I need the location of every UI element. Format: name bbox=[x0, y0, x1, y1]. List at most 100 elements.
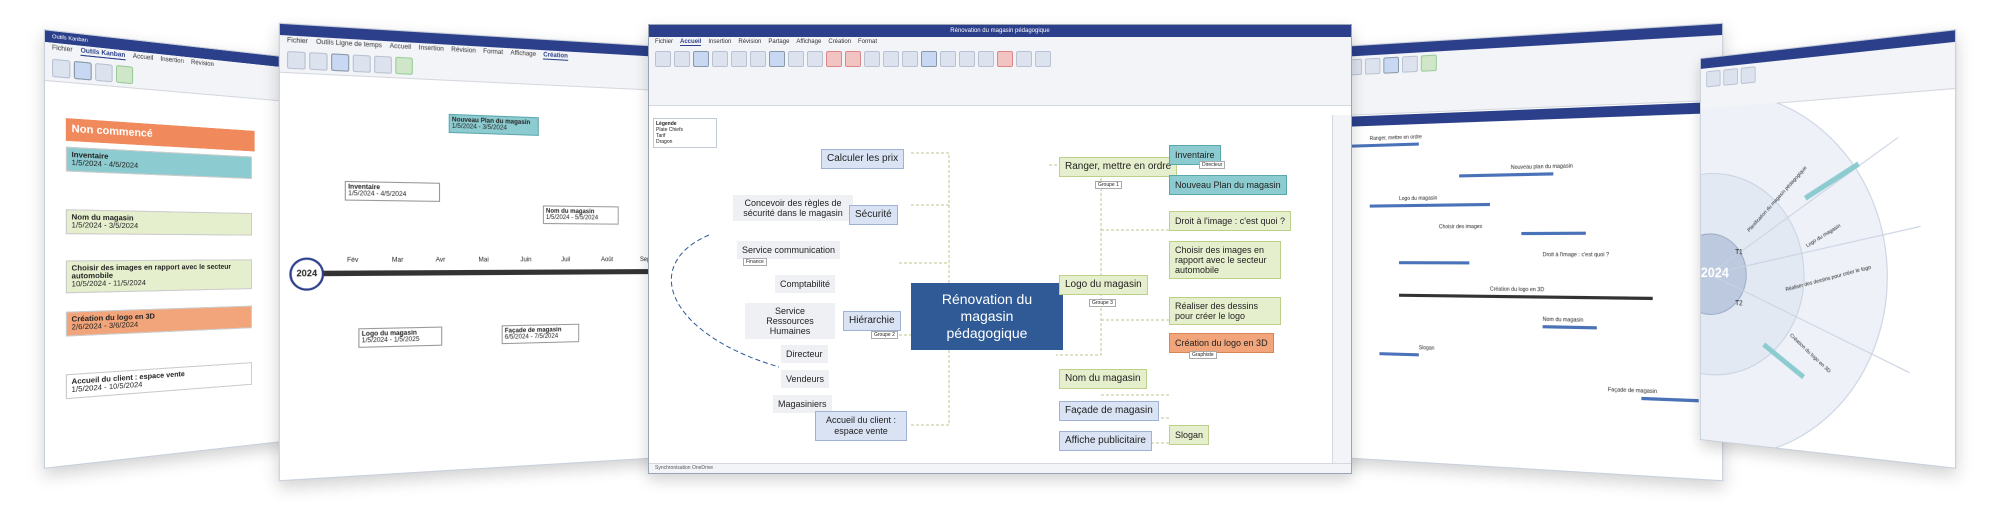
ribbon-button[interactable] bbox=[95, 62, 113, 83]
ribbon-button[interactable] bbox=[769, 51, 785, 67]
mindmap-canvas[interactable]: Légende Plate Chiefs Tarif Dragon Rénova… bbox=[649, 115, 1333, 464]
node-service-rh[interactable]: Service Ressources Humaines bbox=[745, 303, 835, 339]
gantt-bar[interactable] bbox=[1521, 231, 1586, 236]
timeline-item[interactable]: Logo du magasin 1/5/2024 - 1/5/2025 bbox=[358, 326, 443, 348]
node-realiser-dessins[interactable]: Réaliser des dessins pour créer le logo bbox=[1169, 297, 1281, 325]
ribbon-button[interactable] bbox=[655, 51, 671, 67]
ribbon-button[interactable] bbox=[1723, 68, 1738, 86]
tab-accueil[interactable]: Accueil bbox=[680, 39, 702, 46]
tab-insertion[interactable]: Insertion bbox=[708, 39, 731, 46]
ribbon-button[interactable] bbox=[352, 54, 371, 73]
node-droit-image[interactable]: Droit à l'image : c'est quoi ? bbox=[1169, 211, 1291, 231]
node-slogan[interactable]: Slogan bbox=[1169, 425, 1210, 445]
gantt-bar[interactable] bbox=[1379, 352, 1419, 357]
gantt-bar[interactable] bbox=[1369, 202, 1490, 208]
ribbon-button[interactable] bbox=[674, 51, 690, 67]
ribbon-button[interactable] bbox=[731, 51, 747, 67]
gantt-bar[interactable] bbox=[1350, 142, 1419, 148]
node-service-communication[interactable]: Service communication bbox=[737, 241, 841, 259]
node-ranger[interactable]: Ranger, mettre en ordre bbox=[1059, 157, 1178, 177]
gantt-bar[interactable] bbox=[1641, 396, 1699, 403]
ribbon-button[interactable] bbox=[1740, 66, 1756, 85]
ribbon-button[interactable] bbox=[331, 53, 350, 72]
tab-fichier[interactable]: Fichier bbox=[52, 45, 73, 55]
ribbon-button[interactable] bbox=[1420, 54, 1437, 72]
ribbon-button[interactable] bbox=[1016, 51, 1032, 67]
node-affiche[interactable]: Affiche publicitaire bbox=[1059, 431, 1152, 451]
node-logo-3d[interactable]: Création du logo en 3D bbox=[1169, 333, 1274, 353]
ribbon-button[interactable] bbox=[51, 58, 71, 79]
tab-revision[interactable]: Révision bbox=[738, 39, 761, 46]
tab-fichier[interactable]: Fichier bbox=[287, 38, 308, 47]
ribbon-button[interactable] bbox=[712, 51, 728, 67]
kanban-card[interactable]: Inventaire 1/5/2024 - 4/5/2024 bbox=[65, 146, 252, 180]
tab-accueil[interactable]: Accueil bbox=[390, 43, 411, 52]
ribbon-button[interactable] bbox=[940, 51, 956, 67]
kanban-card[interactable]: Choisir des images en rapport avec le se… bbox=[65, 259, 252, 294]
tab-format[interactable]: Format bbox=[483, 49, 503, 57]
node-facade[interactable]: Façade de magasin bbox=[1059, 401, 1159, 421]
legend-panel[interactable]: Légende Plate Chiefs Tarif Dragon bbox=[653, 118, 717, 148]
tab-affichage[interactable]: Affichage bbox=[796, 39, 821, 46]
node-logo-magasin[interactable]: Logo du magasin bbox=[1059, 275, 1148, 295]
node-concevoir-regles[interactable]: Concevoir des règles de sécurité dans le… bbox=[733, 195, 853, 221]
ribbon-button[interactable] bbox=[883, 51, 899, 67]
tab-creation[interactable]: Création bbox=[828, 39, 851, 46]
tab-insertion[interactable]: Insertion bbox=[160, 56, 184, 66]
node-vendeurs[interactable]: Vendeurs bbox=[781, 370, 830, 388]
ribbon-button[interactable] bbox=[788, 51, 804, 67]
node-nom-magasin[interactable]: Nom du magasin bbox=[1059, 369, 1147, 389]
ribbon-button[interactable] bbox=[864, 51, 880, 67]
node-accueil-client[interactable]: Accueil du client : espace vente bbox=[815, 411, 907, 441]
node-choisir-images[interactable]: Choisir des images en rapport avec le se… bbox=[1169, 241, 1281, 279]
timeline-item[interactable]: Nom du magasin 1/5/2024 - 5/5/2024 bbox=[542, 205, 619, 225]
tab-affichage[interactable]: Affichage bbox=[510, 50, 536, 59]
gantt-bar[interactable] bbox=[1542, 325, 1597, 330]
node-calculer-les-prix[interactable]: Calculer les prix bbox=[821, 149, 905, 169]
ribbon-button[interactable] bbox=[807, 51, 823, 67]
root-node[interactable]: Rénovation du magasin pédagogique bbox=[911, 283, 1063, 350]
ribbon-button[interactable] bbox=[1401, 55, 1418, 73]
timeline-item[interactable]: Façade de magasin 6/5/2024 - 7/5/2024 bbox=[501, 323, 580, 345]
ribbon-button[interactable] bbox=[395, 56, 413, 75]
ribbon-button[interactable] bbox=[750, 51, 766, 67]
node-hierarchie[interactable]: Hiérarchie bbox=[843, 311, 901, 331]
right-side-panel[interactable] bbox=[1332, 115, 1351, 464]
ribbon-button[interactable] bbox=[1364, 57, 1381, 75]
tab-revision[interactable]: Révision bbox=[191, 60, 214, 70]
ribbon-button[interactable] bbox=[845, 51, 861, 67]
ribbon-button[interactable] bbox=[286, 50, 306, 70]
timeline-item[interactable]: Inventaire 1/5/2024 - 4/5/2024 bbox=[344, 180, 441, 202]
ribbon-button[interactable] bbox=[693, 51, 709, 67]
ribbon-button[interactable] bbox=[1383, 56, 1400, 74]
ribbon-button[interactable] bbox=[997, 51, 1013, 67]
node-securite[interactable]: Sécurité bbox=[849, 205, 898, 225]
tab-insertion[interactable]: Insertion bbox=[419, 45, 444, 54]
timeline-item[interactable]: Nouveau Plan du magasin 1/5/2024 - 3/5/2… bbox=[448, 113, 539, 136]
gantt-bar[interactable] bbox=[1459, 172, 1554, 178]
ribbon-button[interactable] bbox=[959, 51, 975, 67]
gantt-bar[interactable] bbox=[1399, 293, 1653, 301]
tab-creation[interactable]: Création bbox=[543, 52, 568, 61]
tab-fichier[interactable]: Fichier bbox=[655, 39, 673, 46]
ribbon-button[interactable] bbox=[826, 51, 842, 67]
node-nouveau-plan[interactable]: Nouveau Plan du magasin bbox=[1169, 175, 1287, 195]
ribbon-button[interactable] bbox=[374, 55, 392, 74]
tab-accueil[interactable]: Accueil bbox=[133, 53, 153, 63]
ribbon-button[interactable] bbox=[1706, 69, 1721, 88]
ribbon-button[interactable] bbox=[73, 60, 92, 81]
node-comptabilite[interactable]: Comptabilité bbox=[775, 275, 836, 293]
ribbon-button[interactable] bbox=[921, 51, 937, 67]
tab-revision[interactable]: Révision bbox=[451, 47, 476, 56]
tab-format[interactable]: Format bbox=[858, 39, 877, 46]
ribbon-button[interactable] bbox=[902, 51, 918, 67]
ribbon-button[interactable] bbox=[115, 64, 134, 85]
kanban-card[interactable]: Nom du magasin 1/5/2024 - 3/5/2024 bbox=[65, 209, 252, 236]
ribbon-button[interactable] bbox=[309, 52, 328, 71]
tab-partage[interactable]: Partage bbox=[768, 39, 789, 46]
kanban-card[interactable]: Création du logo en 3D 2/6/2024 - 3/6/20… bbox=[65, 305, 252, 337]
kanban-card[interactable]: Accueil du client : espace vente 1/5/202… bbox=[65, 362, 252, 400]
ribbon-button[interactable] bbox=[1035, 51, 1051, 67]
gantt-bar[interactable] bbox=[1399, 261, 1470, 265]
node-directeur[interactable]: Directeur bbox=[781, 345, 828, 363]
